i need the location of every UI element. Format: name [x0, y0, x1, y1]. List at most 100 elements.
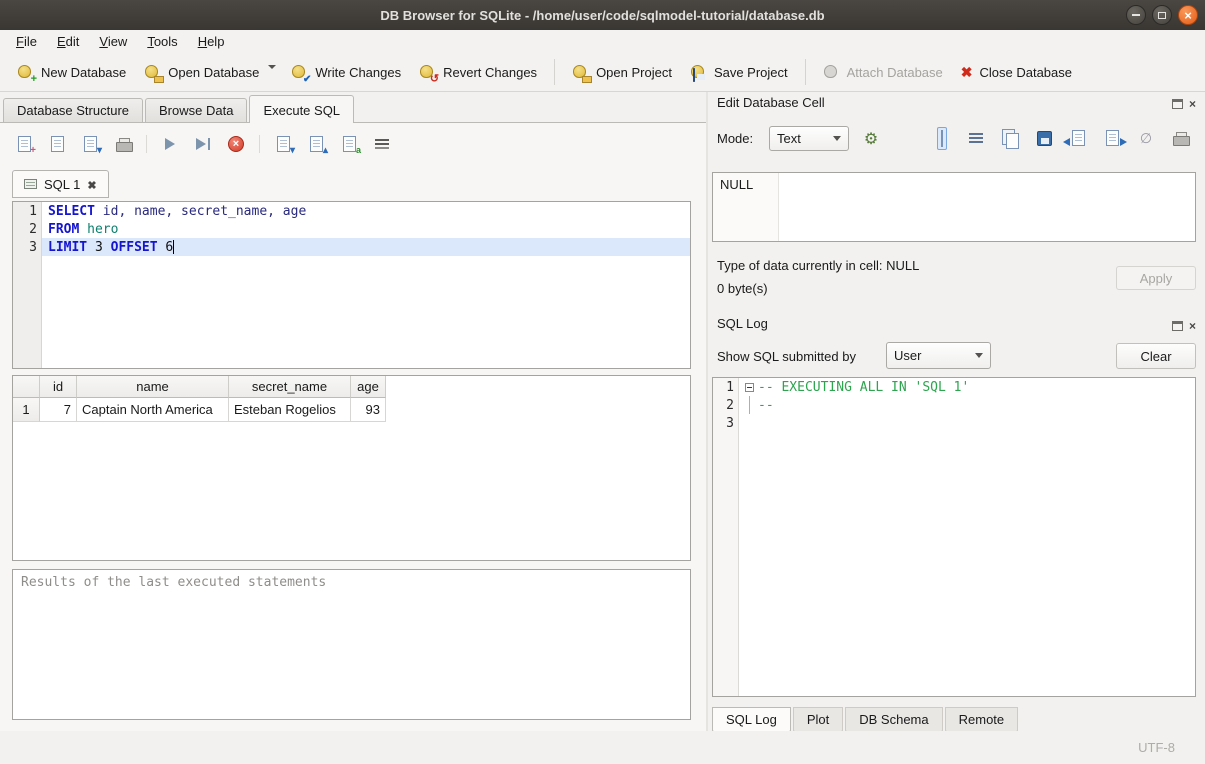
float-panel-icon[interactable] [1172, 321, 1183, 331]
editor-line: 1 SELECT id, name, secret_name, age [13, 202, 690, 220]
sql-log-title: SQL Log [717, 316, 768, 331]
export-cell-icon[interactable] [1102, 128, 1122, 148]
format-sql-icon[interactable] [372, 134, 392, 154]
open-database-dropdown[interactable] [268, 59, 282, 86]
execute-line-icon[interactable] [193, 134, 213, 154]
results-table: id name secret_name age 1 7 Captain Nort… [12, 375, 691, 561]
maximize-button[interactable] [1152, 5, 1172, 25]
open-database-button[interactable]: Open Database [135, 58, 268, 87]
menu-view[interactable]: View [89, 30, 137, 53]
import-cell-icon[interactable] [1068, 128, 1088, 148]
table-row: 1 7 Captain North America Esteban Rogeli… [13, 398, 690, 422]
titlebar[interactable]: DB Browser for SQLite - /home/user/code/… [0, 0, 1205, 30]
open-sql-file-icon[interactable] [47, 134, 67, 154]
column-header-name[interactable]: name [77, 376, 229, 398]
column-header-id[interactable]: id [40, 376, 77, 398]
menu-tools[interactable]: Tools [137, 30, 187, 53]
cell-size-info: 0 byte(s) [717, 281, 768, 296]
open-in-tab-icon[interactable] [306, 134, 326, 154]
tab-execute-sql[interactable]: Execute SQL [249, 95, 354, 123]
new-database-icon [17, 64, 34, 81]
chevron-down-icon [833, 136, 841, 141]
sql-tab-bar: SQL 1 [12, 170, 109, 198]
clear-log-button[interactable]: Clear [1116, 343, 1196, 369]
open-project-button[interactable]: Open Project [563, 58, 681, 87]
editor-current-line: 3 LIMIT 3 OFFSET 6 [13, 238, 690, 256]
fold-marker-icon[interactable] [745, 383, 754, 392]
word-wrap-icon[interactable] [966, 128, 986, 148]
close-database-button[interactable]: Close Database [952, 58, 1081, 87]
tab-database-structure[interactable]: Database Structure [3, 98, 143, 122]
log-filter-select[interactable]: User [886, 342, 991, 369]
toolbar-separator [554, 59, 555, 85]
menu-help[interactable]: Help [188, 30, 235, 53]
close-panel-icon[interactable] [1189, 318, 1196, 333]
cell-type-info: Type of data currently in cell: NULL [717, 258, 919, 273]
dock-tab-db-schema[interactable]: DB Schema [845, 707, 942, 732]
revert-changes-button[interactable]: Revert Changes [410, 58, 546, 87]
cell-settings-button[interactable] [858, 126, 884, 152]
dock-tab-plot[interactable]: Plot [793, 707, 843, 732]
edit-cell-toolbar [932, 128, 1190, 148]
copy-cell-icon[interactable] [1000, 128, 1020, 148]
cell-secret-name[interactable]: Esteban Rogelios [229, 398, 351, 422]
cell-name[interactable]: Captain North America [77, 398, 229, 422]
chevron-down-icon [975, 353, 983, 358]
editor-line: 2 FROM hero [13, 220, 690, 238]
log-filter-label: Show SQL submitted by [717, 349, 856, 364]
export-results-icon[interactable] [273, 134, 293, 154]
set-null-icon[interactable] [1136, 128, 1156, 148]
dock-tab-bar: SQL Log Plot DB Schema Remote [712, 707, 1018, 732]
dock-tab-remote[interactable]: Remote [945, 707, 1019, 732]
window-controls [1126, 5, 1198, 25]
open-database-icon [144, 64, 161, 81]
save-sql-file-icon[interactable] [80, 134, 100, 154]
menu-edit[interactable]: Edit [47, 30, 89, 53]
mode-select[interactable]: Text [769, 126, 849, 151]
cell-age[interactable]: 93 [351, 398, 386, 422]
cell-id[interactable]: 7 [40, 398, 77, 422]
text-mode-icon[interactable] [932, 128, 952, 148]
row-header[interactable]: 1 [13, 398, 40, 422]
close-sql-tab-icon[interactable] [87, 177, 96, 192]
minimize-button[interactable] [1126, 5, 1146, 25]
sql-log-view[interactable]: 1 -- EXECUTING ALL IN 'SQL 1' 2 -- 3 [712, 377, 1196, 697]
log-line: 2 -- [713, 396, 1195, 414]
toolbar-separator [805, 59, 806, 85]
execution-status-box: Results of the last executed statements [12, 569, 691, 720]
corner-header [13, 376, 40, 398]
print-cell-icon[interactable] [1170, 128, 1190, 148]
column-header-secret-name[interactable]: secret_name [229, 376, 351, 398]
column-header-age[interactable]: age [351, 376, 386, 398]
save-project-button[interactable]: Save Project [681, 58, 797, 87]
cell-editor[interactable]: NULL [712, 172, 1196, 242]
close-button[interactable] [1178, 5, 1198, 25]
menu-file[interactable]: File [6, 30, 47, 53]
dock-tab-sql-log[interactable]: SQL Log [712, 707, 791, 732]
write-changes-button[interactable]: Write Changes [282, 58, 410, 87]
execute-all-icon[interactable] [160, 134, 180, 154]
float-panel-icon[interactable] [1172, 99, 1183, 109]
minimize-icon [1132, 14, 1140, 16]
close-panel-icon[interactable] [1189, 96, 1196, 111]
window-title: DB Browser for SQLite - /home/user/code/… [380, 8, 824, 23]
results-header-row: id name secret_name age [13, 376, 690, 398]
print-sql-icon[interactable] [113, 134, 133, 154]
fold-guide-line [749, 396, 750, 414]
new-database-button[interactable]: New Database [8, 58, 135, 87]
save-cell-icon[interactable] [1034, 128, 1054, 148]
sql-tab-sql1[interactable]: SQL 1 [12, 170, 109, 198]
sql-tab-icon [24, 179, 37, 189]
gear-icon [864, 129, 878, 149]
execute-sql-panel: SQL 1 1 SELECT id, name, secret_name, ag… [0, 122, 706, 731]
stop-execution-icon[interactable] [226, 134, 246, 154]
new-sql-tab-icon[interactable] [14, 134, 34, 154]
save-results-icon[interactable] [339, 134, 359, 154]
right-dock: Edit Database Cell Mode: Text NULL Type … [708, 92, 1205, 731]
attach-database-icon [823, 64, 840, 81]
mode-label: Mode: [717, 131, 753, 146]
sql-editor[interactable]: 1 SELECT id, name, secret_name, age 2 FR… [12, 201, 691, 369]
edit-cell-dock-controls [1172, 96, 1196, 111]
tab-browse-data[interactable]: Browse Data [145, 98, 247, 122]
cell-value: NULL [720, 177, 753, 192]
